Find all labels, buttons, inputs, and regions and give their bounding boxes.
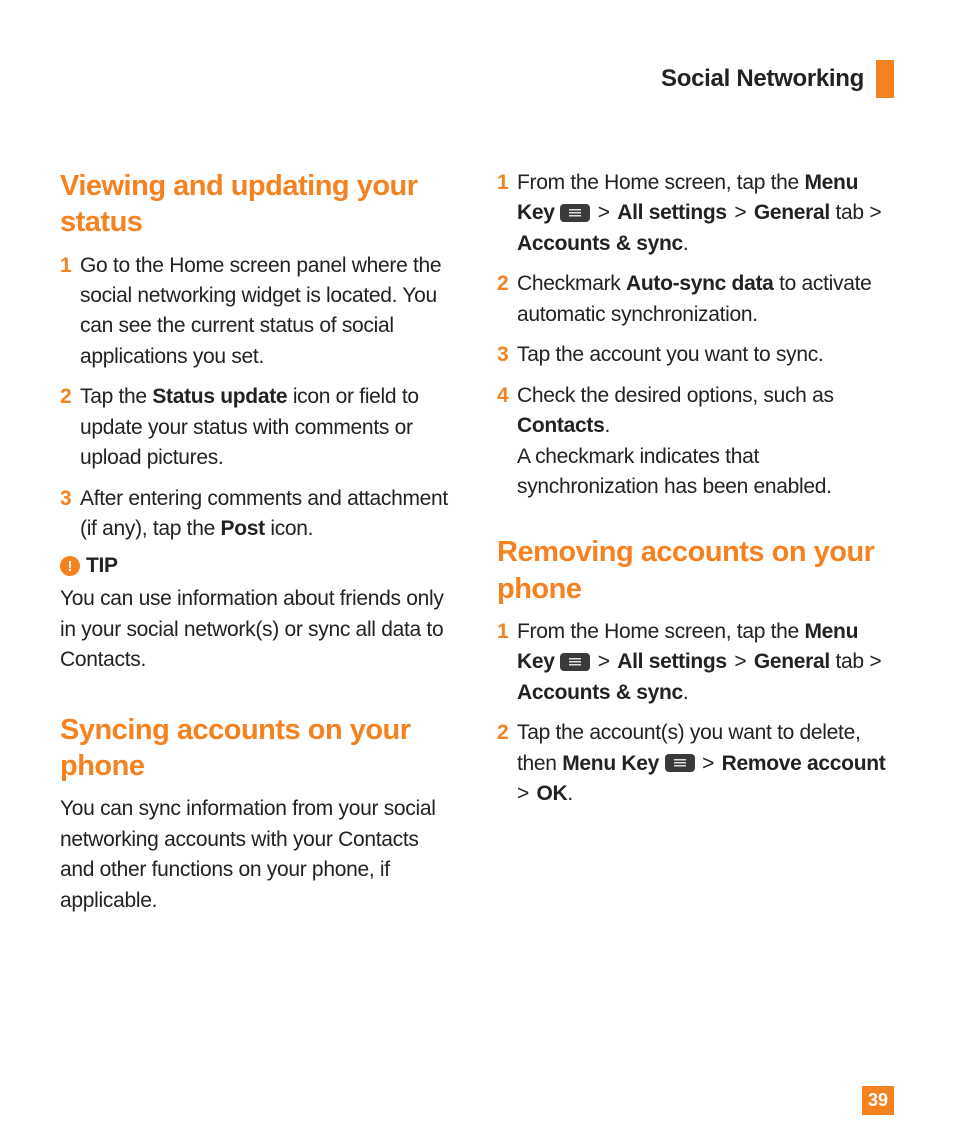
tip-label: TIP xyxy=(86,554,118,578)
step-text: From the Home screen, tap the Menu Key >… xyxy=(517,168,894,259)
step-number: 3 xyxy=(497,340,511,370)
step-number: 3 xyxy=(60,484,74,514)
heading-viewing: Viewing and updating your status xyxy=(60,168,457,241)
section-removing: Removing accounts on your phone 1 From t… xyxy=(497,534,894,809)
step-text: Tap the account you want to sync. xyxy=(517,340,894,370)
viewing-steps: 1 Go to the Home screen panel where the … xyxy=(60,251,457,545)
step-text: After entering comments and attachment (… xyxy=(80,484,457,545)
list-item: 1 Go to the Home screen panel where the … xyxy=(60,251,457,373)
alert-icon: ! xyxy=(60,556,80,576)
list-item: 3 Tap the account you want to sync. xyxy=(497,340,894,370)
menu-key-icon xyxy=(665,754,695,772)
list-item: 1 From the Home screen, tap the Menu Key… xyxy=(497,617,894,708)
syncing-steps: 1 From the Home screen, tap the Menu Key… xyxy=(497,168,894,502)
heading-removing: Removing accounts on your phone xyxy=(497,534,894,607)
step-number: 1 xyxy=(497,617,511,647)
content-columns: Viewing and updating your status 1 Go to… xyxy=(60,168,894,916)
step-text: Go to the Home screen panel where the so… xyxy=(80,251,457,373)
tip-header: ! TIP xyxy=(60,554,457,578)
step-number: 2 xyxy=(60,382,74,412)
list-item: 2 Tap the Status update icon or field to… xyxy=(60,382,457,473)
menu-key-icon xyxy=(560,204,590,222)
removing-steps: 1 From the Home screen, tap the Menu Key… xyxy=(497,617,894,810)
step-number: 4 xyxy=(497,381,511,411)
step-text: Check the desired options, such as Conta… xyxy=(517,381,894,503)
tip-text: You can use information about friends on… xyxy=(60,584,457,675)
syncing-intro: You can sync information from your socia… xyxy=(60,794,457,916)
header-title: Social Networking xyxy=(661,65,864,93)
section-syncing-head: Syncing accounts on your phone You can s… xyxy=(60,712,457,916)
list-item: 2 Checkmark Auto-sync data to activate a… xyxy=(497,269,894,330)
step-text: From the Home screen, tap the Menu Key >… xyxy=(517,617,894,708)
list-item: 3 After entering comments and attachment… xyxy=(60,484,457,545)
step-number: 1 xyxy=(497,168,511,198)
list-item: 1 From the Home screen, tap the Menu Key… xyxy=(497,168,894,259)
step-number: 2 xyxy=(497,269,511,299)
menu-key-icon xyxy=(560,653,590,671)
page-content: Social Networking Viewing and updating y… xyxy=(0,0,954,916)
page-number: 39 xyxy=(862,1086,894,1115)
list-item: 4 Check the desired options, such as Con… xyxy=(497,381,894,503)
step-number: 1 xyxy=(60,251,74,281)
heading-syncing: Syncing accounts on your phone xyxy=(60,712,457,785)
section-viewing: Viewing and updating your status 1 Go to… xyxy=(60,168,457,676)
page-header: Social Networking xyxy=(60,60,894,98)
step-text: Tap the account(s) you want to delete, t… xyxy=(517,718,894,809)
step-number: 2 xyxy=(497,718,511,748)
header-accent-bar xyxy=(876,60,894,98)
step-text: Tap the Status update icon or field to u… xyxy=(80,382,457,473)
step-text: Checkmark Auto-sync data to activate aut… xyxy=(517,269,894,330)
list-item: 2 Tap the account(s) you want to delete,… xyxy=(497,718,894,809)
